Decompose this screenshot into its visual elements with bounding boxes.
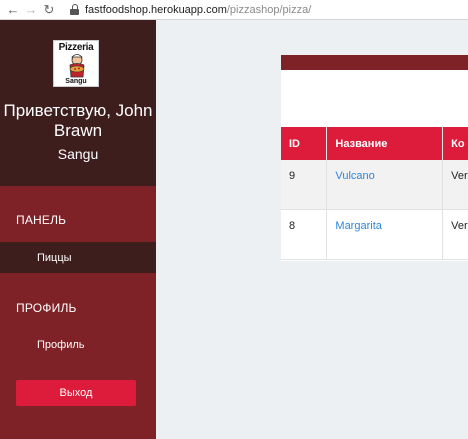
reload-icon[interactable]: ↻	[40, 2, 58, 18]
cell-composition: Ver	[442, 160, 468, 210]
logo-top-text: Pizzeria	[58, 42, 94, 53]
section-label-profile: ПРОФИЛЬ	[16, 301, 77, 315]
pizza-link[interactable]: Margarita	[327, 210, 442, 232]
greeting-line-2: Brawn	[53, 121, 103, 140]
table-row: 8 Margarita Ver	[281, 209, 468, 260]
section-label-panel: ПАНЕЛЬ	[16, 213, 67, 227]
forward-arrow-icon[interactable]: →	[22, 2, 40, 17]
greeting: Приветствую, John Brawn	[0, 101, 156, 141]
url-host: fastfoodshop.herokuapp.com	[85, 3, 227, 16]
pizza-table: ID Название Ко 9 Vulcano Ver 8 Margarita…	[281, 127, 468, 260]
sidebar-item-label: Пиццы	[37, 251, 72, 264]
card-header-space	[281, 70, 468, 127]
sidebar: Pizzeria Sangu Приветствую, John Brawn S…	[0, 20, 156, 439]
lock-icon	[70, 3, 80, 16]
cell-id: 8	[281, 209, 328, 260]
logo-bottom-text: Sangu	[65, 78, 87, 85]
pizza-link[interactable]: Vulcano	[327, 160, 442, 182]
column-header-name[interactable]: Название	[326, 127, 444, 160]
url-path: /pizzashop/pizza/	[226, 3, 312, 16]
column-header-id[interactable]: ID	[281, 127, 328, 160]
sidebar-profile-header: Pizzeria Sangu Приветствую, John Brawn S…	[0, 20, 156, 186]
card-header-bar	[281, 55, 468, 70]
cell-id: 9	[281, 160, 328, 210]
back-arrow-icon[interactable]: ←	[4, 2, 22, 17]
url-field[interactable]: fastfoodshop.herokuapp.com/pizzashop/piz…	[85, 4, 311, 16]
pizzeria-logo[interactable]: Pizzeria Sangu	[53, 40, 99, 87]
greeting-line-1: Приветствую, John	[3, 101, 153, 120]
browser-address-bar: ← → ↻ fastfoodshop.herokuapp.com/pizzash…	[0, 0, 468, 20]
column-header-composition[interactable]: Ко	[442, 127, 468, 160]
sidebar-item-profile[interactable]: Профиль	[0, 329, 156, 360]
logout-button[interactable]: Выход	[16, 380, 136, 406]
sidebar-item-pizzas[interactable]: Пиццы	[0, 242, 156, 273]
cell-composition: Ver	[442, 209, 468, 260]
pizza-list-card: ID Название Ко 9 Vulcano Ver 8 Margarita…	[281, 55, 468, 261]
table-header-row: ID Название Ко	[281, 127, 468, 160]
chef-icon	[69, 54, 85, 78]
sidebar-item-label: Профиль	[37, 338, 85, 351]
cell-name: Vulcano	[326, 160, 444, 210]
shop-name: Sangu	[57, 146, 99, 162]
cell-name: Margarita	[326, 209, 444, 260]
table-row: 9 Vulcano Ver	[281, 160, 468, 210]
